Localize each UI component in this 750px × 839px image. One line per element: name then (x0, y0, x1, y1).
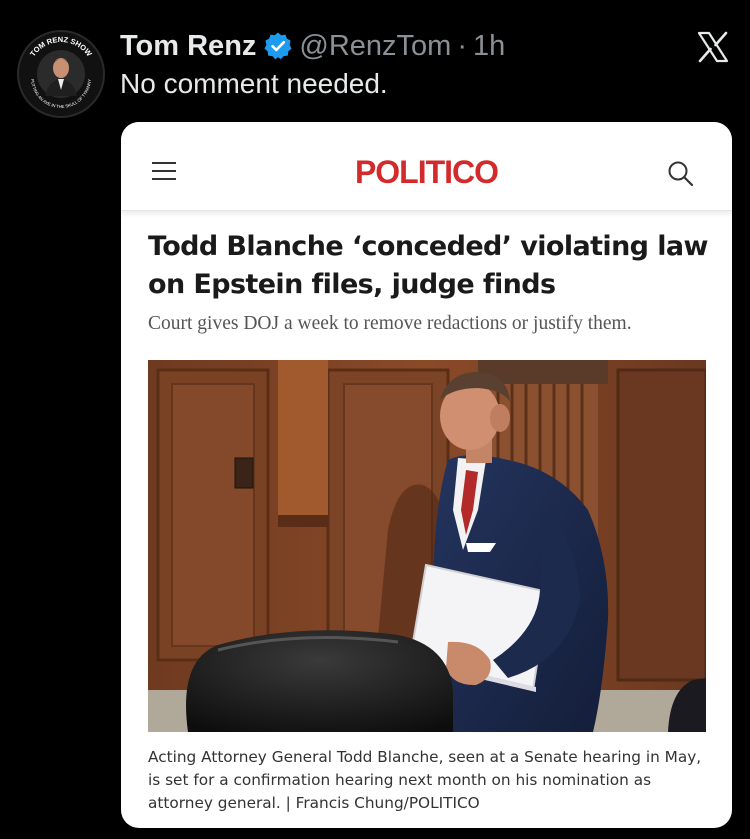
search-icon[interactable] (667, 160, 695, 188)
tweet-author-line: Tom Renz @RenzTom · 1h (120, 28, 505, 64)
avatar-image: TOM RENZ SHOW PUTTING AN AXE IN THE SKUL… (19, 32, 103, 116)
tweet-timestamp[interactable]: 1h (473, 30, 505, 63)
x-logo-icon[interactable] (696, 30, 730, 64)
article-headline[interactable]: Todd Blanche ‘conceded’ violating law on… (148, 228, 718, 304)
author-name[interactable]: Tom Renz (120, 30, 256, 63)
article-site-header: POLITICO (121, 122, 732, 211)
tweet-text: No comment needed. (120, 68, 388, 99)
article-subhead: Court gives DOJ a week to remove redacti… (148, 313, 632, 334)
separator-dot: · (457, 29, 468, 62)
verified-badge-icon (263, 31, 293, 61)
article-photo[interactable] (148, 360, 706, 732)
author-avatar[interactable]: TOM RENZ SHOW PUTTING AN AXE IN THE SKUL… (17, 30, 105, 118)
photo-caption: Acting Attorney General Todd Blanche, se… (148, 748, 702, 812)
article-card[interactable]: POLITICO Todd Blanche ‘conceded’ violati… (121, 122, 732, 828)
author-handle[interactable]: @RenzTom (299, 30, 451, 63)
politico-logo[interactable]: POLITICO (121, 154, 732, 191)
